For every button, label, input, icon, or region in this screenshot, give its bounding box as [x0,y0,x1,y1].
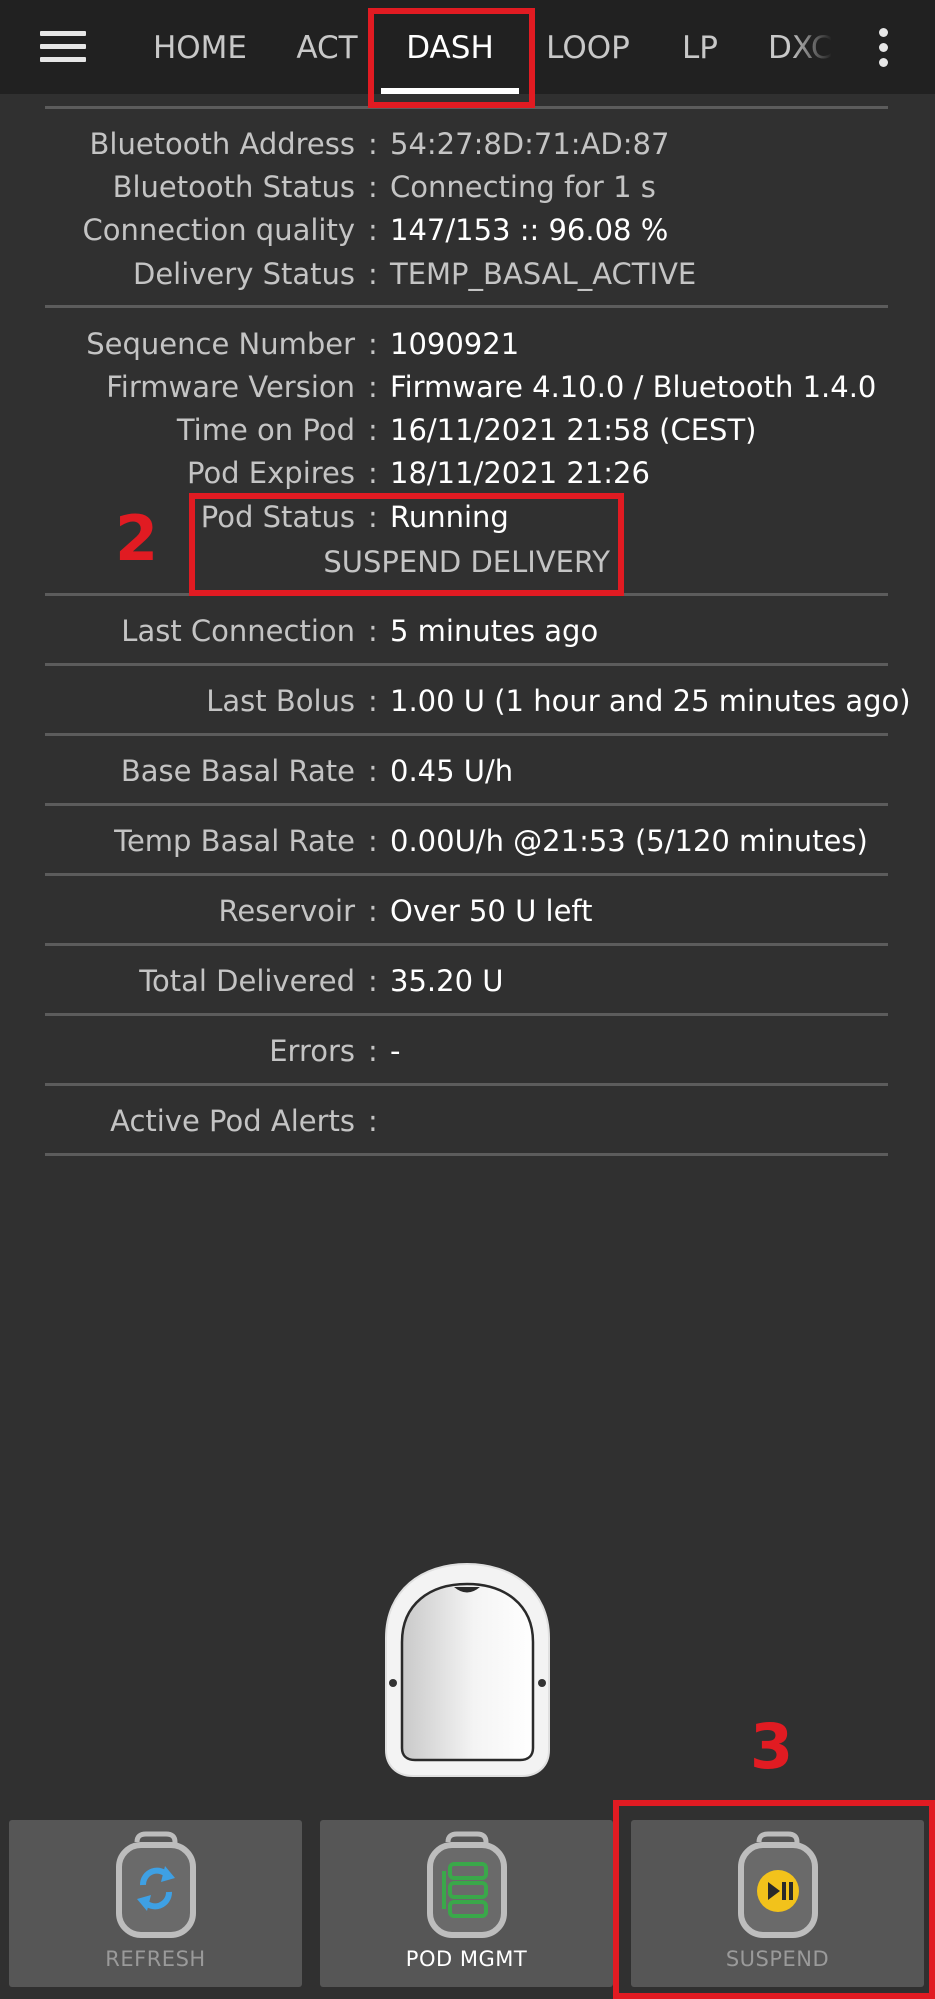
row-separator: : [368,614,378,648]
overflow-menu-icon[interactable] [876,28,890,68]
row-value: Over 50 U left [390,894,593,928]
row-label: Delivery Status [132,257,355,291]
info-row-bluetooth-address: Bluetooth Address : 54:27:8D:71:AD:87 [0,124,935,164]
info-row-connection-quality: Connection quality : 147/153 :: 96.08 % [0,210,935,250]
row-value: 1090921 [390,327,520,361]
info-row-temp-basal-rate: Temp Basal Rate : 0.00U/h @21:53 (5/120 … [0,821,935,861]
row-separator: : [368,1104,378,1138]
annotation-step-3: 3 [750,1710,794,1783]
row-value: 16/11/2021 21:58 (CEST) [390,413,757,447]
row-value: TEMP_BASAL_ACTIVE [390,257,697,291]
row-separator: : [368,257,378,291]
info-row-delivery-status: Delivery Status : TEMP_BASAL_ACTIVE [0,254,935,294]
row-value: 0.45 U/h [390,754,514,788]
info-row-firmware-version: Firmware Version : Firmware 4.10.0 / Blu… [0,367,935,407]
row-label: Bluetooth Address [89,127,356,161]
info-row-reservoir: Reservoir : Over 50 U left [0,891,935,931]
pod-mgmt-button-label: POD MGMT [405,1947,528,1971]
info-row-time-on-pod: Time on Pod : 16/11/2021 21:58 (CEST) [0,410,935,450]
info-row-errors: Errors : - [0,1031,935,1071]
row-label: Pod Expires [186,456,355,490]
info-row-sequence-number: Sequence Number : 1090921 [0,324,935,364]
row-label: Reservoir [218,894,355,928]
row-value: 147/153 :: 96.08 % [390,213,669,247]
row-value: 1.00 U (1 hour and 25 minutes ago) [390,684,911,718]
row-label: Last Connection [121,614,355,648]
row-value: 5 minutes ago [390,614,599,648]
info-row-active-pod-alerts: Active Pod Alerts : [0,1101,935,1141]
row-separator: : [368,824,378,858]
tab-loop[interactable]: LOOP [540,0,636,94]
row-label: Errors [269,1034,355,1068]
tab-act[interactable]: ACT [290,0,364,94]
row-label: Total Delivered [139,964,355,998]
divider [45,1083,888,1086]
divider [45,803,888,806]
row-separator: : [368,684,378,718]
info-row-bluetooth-status: Bluetooth Status : Connecting for 1 s [0,167,935,207]
tab-scroll-fade [790,0,850,94]
row-label: Temp Basal Rate [114,824,355,858]
info-row-base-basal-rate: Base Basal Rate : 0.45 U/h [0,751,935,791]
row-value: 18/11/2021 21:26 [390,456,650,490]
row-label: Connection quality [82,213,355,247]
row-label: Firmware Version [106,370,355,404]
tab-home[interactable]: HOME [145,0,255,94]
refresh-button[interactable]: REFRESH [9,1820,302,1987]
divider [45,1153,888,1156]
tab-lp[interactable]: LP [672,0,728,94]
row-separator: : [368,370,378,404]
pod-management-icon [424,1830,510,1940]
menu-icon[interactable] [40,31,86,63]
divider [45,305,888,308]
info-row-last-bolus: Last Bolus : 1.00 U (1 hour and 25 minut… [0,681,935,721]
row-separator: : [368,127,378,161]
row-label: Bluetooth Status [112,170,355,204]
highlight-pod-status [189,493,624,596]
row-separator: : [368,213,378,247]
highlight-suspend-button [613,1800,935,1999]
row-separator: : [368,456,378,490]
row-separator: : [368,964,378,998]
info-row-total-delivered: Total Delivered : 35.20 U [0,961,935,1001]
annotation-step-2: 2 [115,502,159,575]
row-separator: : [368,894,378,928]
row-separator: : [368,1034,378,1068]
refresh-button-label: REFRESH [105,1947,206,1971]
divider [45,943,888,946]
info-row-last-connection: Last Connection : 5 minutes ago [0,611,935,651]
row-label: Active Pod Alerts [110,1104,355,1138]
row-value: 35.20 U [390,964,504,998]
row-label: Base Basal Rate [120,754,355,788]
divider [45,1013,888,1016]
divider [45,873,888,876]
info-row-pod-expires: Pod Expires : 18/11/2021 21:26 [0,453,935,493]
divider [45,663,888,666]
divider [45,733,888,736]
row-value: Connecting for 1 s [390,170,656,204]
pod-illustration [380,1560,555,1780]
row-separator: : [368,327,378,361]
row-separator: : [368,413,378,447]
row-separator: : [368,754,378,788]
pod-mgmt-button[interactable]: POD MGMT [320,1820,613,1987]
row-value: - [390,1034,401,1068]
row-value: 54:27:8D:71:AD:87 [390,127,670,161]
row-label: Time on Pod [176,413,355,447]
refresh-icon [113,1830,199,1940]
highlight-dash-tab [368,8,535,108]
row-value: 0.00U/h @21:53 (5/120 minutes) [390,824,868,858]
row-label: Sequence Number [86,327,355,361]
row-value: Firmware 4.10.0 / Bluetooth 1.4.0 [390,370,877,404]
row-separator: : [368,170,378,204]
row-label: Last Bolus [206,684,355,718]
